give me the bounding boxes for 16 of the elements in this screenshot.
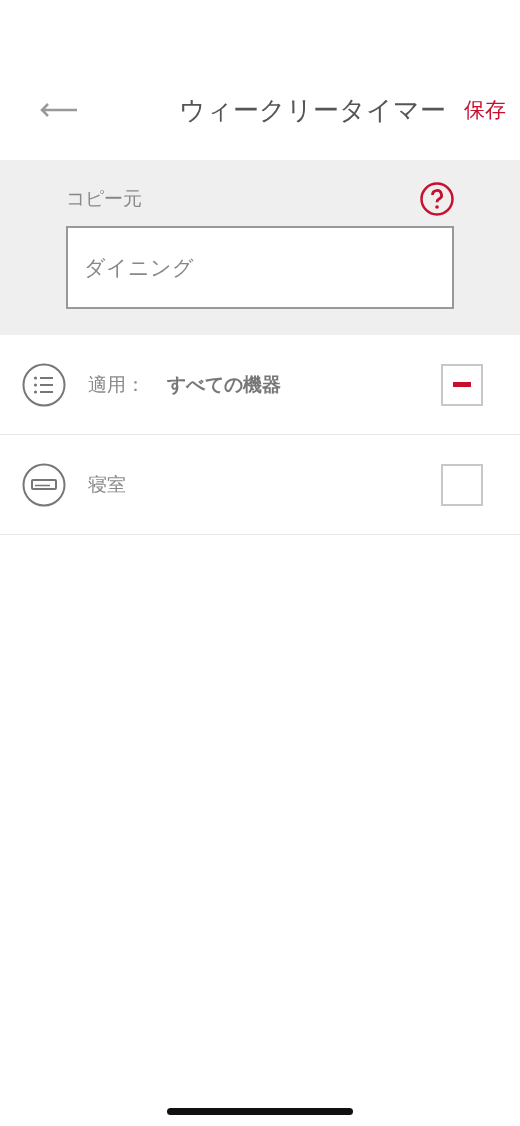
device-row[interactable]: 寝室 [0,435,520,535]
screen-title: ウィークリータイマー [178,93,447,127]
dash-icon [453,382,471,387]
row-label: 寝室 [88,471,126,497]
checkbox[interactable] [441,363,483,406]
help-icon[interactable] [420,182,454,216]
device-row[interactable]: 適用： すべての機器 [0,335,520,435]
back-arrow-icon [40,103,78,117]
air-conditioner-icon [22,462,66,507]
copy-source-field[interactable]: ダイニング [66,226,454,309]
save-button[interactable]: 保存 [464,96,506,124]
row-value: すべての機器 [167,371,281,397]
row-label: 適用： [88,371,145,397]
list-icon [22,362,66,407]
checkbox[interactable] [441,463,483,506]
copy-source-label: コピー元 [66,186,142,211]
